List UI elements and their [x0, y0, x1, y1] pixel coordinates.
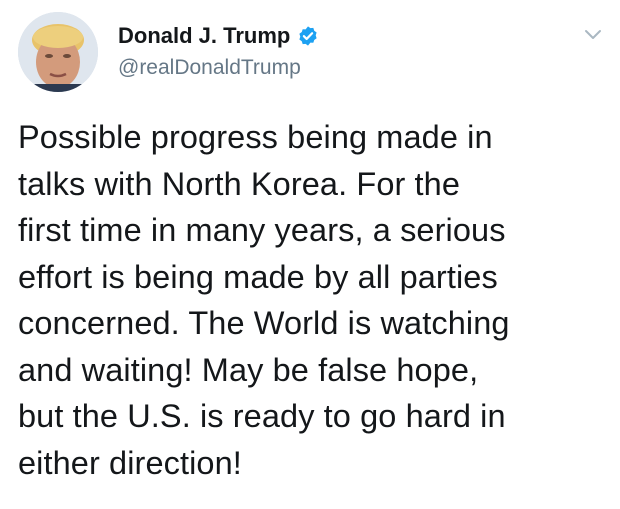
tweet-line: either direction!: [18, 444, 242, 481]
tweet-line: effort is being made by all parties: [18, 258, 498, 295]
tweet-line: Possible progress being made in: [18, 119, 493, 155]
tweet-line: but the U.S. is ready to go hard in: [18, 398, 506, 434]
user-handle[interactable]: @realDonaldTrump: [118, 56, 319, 80]
profile-photo-icon: [18, 12, 98, 92]
tweet-header: Donald J. Trump @realDonaldTrump: [118, 20, 319, 80]
tweet-line: and waiting! May be false hope,: [18, 351, 479, 388]
tweet-line: talks with North Korea. For the: [18, 165, 461, 202]
verified-badge-icon: [297, 25, 319, 47]
display-name[interactable]: Donald J. Trump: [118, 23, 290, 49]
tweet-line: first time in many years, a serious: [18, 212, 506, 248]
chevron-down-icon[interactable]: [584, 28, 602, 40]
avatar[interactable]: [18, 12, 98, 92]
tweet-line: concerned. The World is watching: [18, 305, 510, 341]
name-row: Donald J. Trump: [118, 20, 319, 52]
tweet-text: Possible progress being made in talks wi…: [18, 114, 608, 486]
tweet-card: Donald J. Trump @realDonaldTrump Possibl…: [0, 0, 620, 509]
